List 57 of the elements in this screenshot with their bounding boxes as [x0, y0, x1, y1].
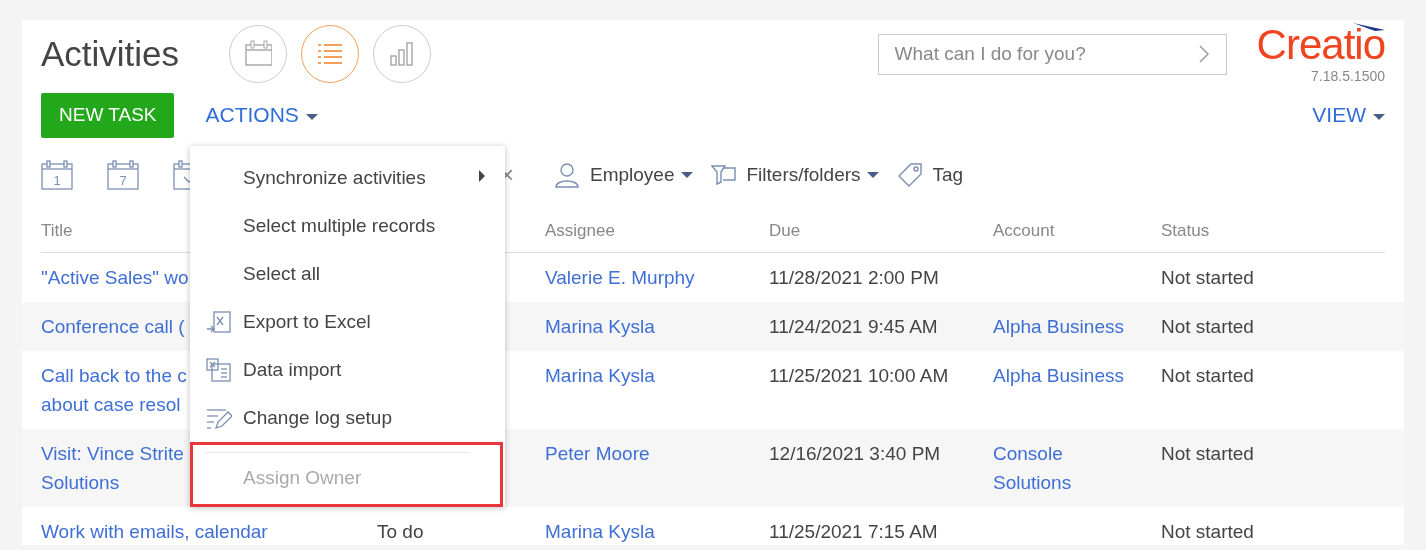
- table-cell: 11/28/2021 2:00 PM: [769, 266, 939, 288]
- caret-icon: [305, 113, 318, 120]
- account-link[interactable]: Solutions: [993, 467, 1161, 497]
- account-link[interactable]: Alpha Business: [993, 311, 1161, 341]
- caret-icon: [680, 172, 693, 178]
- tag-icon: [896, 162, 923, 188]
- column-header[interactable]: Account: [993, 208, 1055, 252]
- spreadsheet-import-icon: [206, 358, 232, 382]
- menu-item[interactable]: Data import: [190, 346, 505, 394]
- column-header[interactable]: Assignee: [545, 208, 615, 252]
- table-cell: 11/24/2021 9:45 AM: [769, 315, 938, 337]
- pencil-list-icon: [206, 406, 232, 430]
- table-cell: Not started: [1161, 266, 1254, 288]
- table-cell: 11/25/2021 7:15 AM: [769, 520, 938, 542]
- assignee-link[interactable]: Peter Moore: [545, 442, 650, 464]
- column-header[interactable]: Status: [1161, 208, 1210, 252]
- funnel-icon: [710, 162, 737, 188]
- submenu-arrow-icon: [479, 170, 485, 182]
- menu-item[interactable]: Export to Excel: [190, 298, 505, 346]
- table-cell: Not started: [1161, 520, 1254, 542]
- table-cell: 11/25/2021 10:00 AM: [769, 364, 949, 386]
- employee-dropdown[interactable]: Employee: [554, 160, 693, 190]
- excel-export-icon: [206, 310, 232, 334]
- actions-dropdown[interactable]: ACTIONS: [205, 99, 318, 131]
- assignee-link[interactable]: Marina Kysla: [545, 520, 655, 542]
- title-link[interactable]: Work with emails, calendar: [41, 516, 377, 546]
- version-label: 7.18.5.1500: [1311, 66, 1385, 86]
- period-button[interactable]: 1: [41, 160, 73, 190]
- new-task-button[interactable]: NEW TASK: [41, 92, 175, 138]
- period-button[interactable]: 7: [107, 160, 139, 190]
- view-dropdown[interactable]: VIEW: [1312, 99, 1385, 131]
- page-title: Activities: [41, 32, 180, 75]
- caret-icon: [866, 172, 879, 178]
- column-header[interactable]: Due: [769, 208, 801, 252]
- account-link[interactable]: Console: [993, 438, 1161, 468]
- menu-item[interactable]: Select multiple records: [190, 202, 505, 250]
- tag-button[interactable]: Tag: [896, 160, 964, 190]
- menu-item[interactable]: Select all: [190, 250, 505, 298]
- assignee-link[interactable]: Valerie E. Murphy: [545, 266, 695, 288]
- menu-item[interactable]: Change log setup: [190, 394, 505, 442]
- table-cell: 12/16/2021 3:40 PM: [769, 442, 941, 464]
- account-link[interactable]: Alpha Business: [993, 360, 1161, 390]
- table-cell: Not started: [1161, 315, 1254, 337]
- menu-item[interactable]: Synchronize activities: [190, 154, 505, 202]
- filters-dropdown[interactable]: Filters/folders: [710, 160, 879, 190]
- table-cell: Not started: [1161, 442, 1254, 464]
- assignee-link[interactable]: Marina Kysla: [545, 315, 655, 337]
- logo: Creatio: [1256, 21, 1385, 66]
- column-header[interactable]: Title: [41, 208, 73, 252]
- chevron-right-icon: [1198, 44, 1209, 63]
- calendar-icon: [244, 40, 273, 68]
- table-cell: Not started: [1161, 364, 1254, 386]
- search-field[interactable]: What can I do for you?: [877, 33, 1227, 75]
- assignee-link[interactable]: Marina Kysla: [545, 364, 655, 386]
- person-icon: [554, 162, 580, 188]
- table-cell: To do: [377, 520, 424, 542]
- caret-icon: [1373, 113, 1385, 120]
